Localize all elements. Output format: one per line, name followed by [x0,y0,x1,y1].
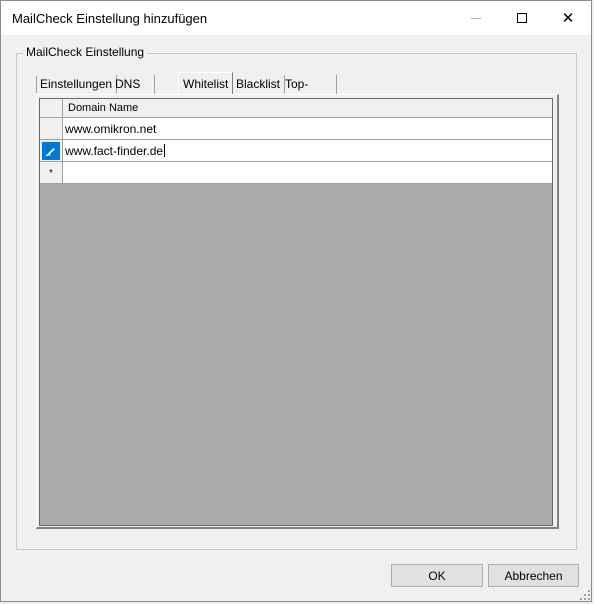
resize-grip-icon[interactable] [579,589,591,601]
grid-corner-cell[interactable] [40,99,63,117]
tab-top-level-domains[interactable]: Top-Level Domains [281,75,338,129]
table-row-new[interactable]: * [40,162,552,184]
pencil-icon [42,141,60,160]
maximize-button[interactable] [499,1,545,35]
table-row[interactable]: www.omikron.net [40,118,552,140]
minimize-button[interactable] [453,1,499,35]
row-header[interactable] [40,118,63,139]
minimize-icon [471,17,481,19]
window-title: MailCheck Einstellung hinzufügen [12,11,208,26]
domain-cell[interactable]: www.omikron.net [65,122,156,136]
whitelist-grid[interactable]: Domain Name www.omikron.net www.fact-fin… [39,98,553,526]
dialog-window: MailCheck Einstellung hinzufügen ✕ MailC… [0,0,592,602]
domain-cell-editing[interactable]: www.fact-finder.de [65,144,165,158]
tab-einstellungen[interactable]: Einstellungen [36,75,118,94]
groupbox-label: MailCheck Einstellung [23,45,148,59]
close-icon: ✕ [561,9,575,27]
close-button[interactable]: ✕ [545,1,591,35]
cancel-button[interactable]: Abbrechen [488,564,579,587]
new-row-star-icon: * [49,167,53,179]
column-header-domain-name[interactable]: Domain Name [68,102,138,114]
table-row-editing[interactable]: www.fact-finder.de [40,140,552,162]
ok-button[interactable]: OK [391,564,483,587]
grid-header: Domain Name [40,99,552,118]
title-bar[interactable]: MailCheck Einstellung hinzufügen ✕ [1,1,591,35]
tab-whitelist[interactable]: Whitelist [178,72,234,94]
maximize-icon [517,13,527,23]
tab-blacklist[interactable]: Blacklist [232,75,286,94]
row-header[interactable] [40,140,63,161]
row-header[interactable]: * [40,162,63,183]
tab-dns-server[interactable]: DNS Server [111,75,156,110]
